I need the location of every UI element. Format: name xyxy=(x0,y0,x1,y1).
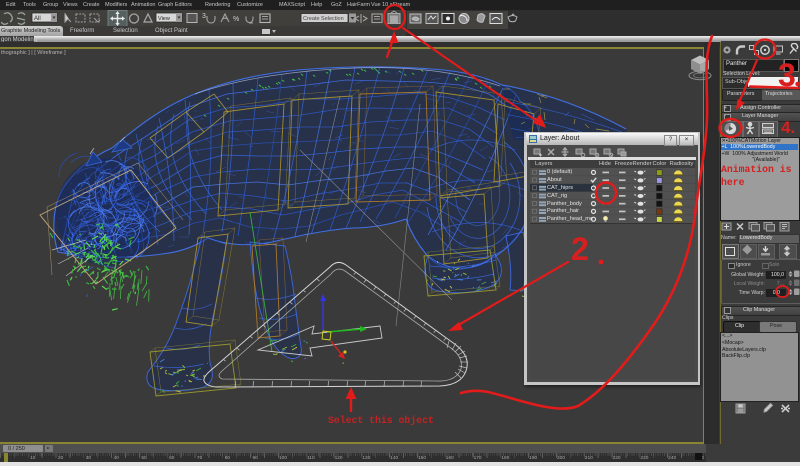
svg-text:Select this object: Select this object xyxy=(328,415,434,426)
svg-text:Animation is: Animation is xyxy=(721,164,792,175)
svg-text:3: 3 xyxy=(778,57,796,93)
svg-text:4.: 4. xyxy=(781,118,795,137)
svg-text:here: here xyxy=(721,177,745,188)
svg-text:2: 2 xyxy=(571,231,589,267)
